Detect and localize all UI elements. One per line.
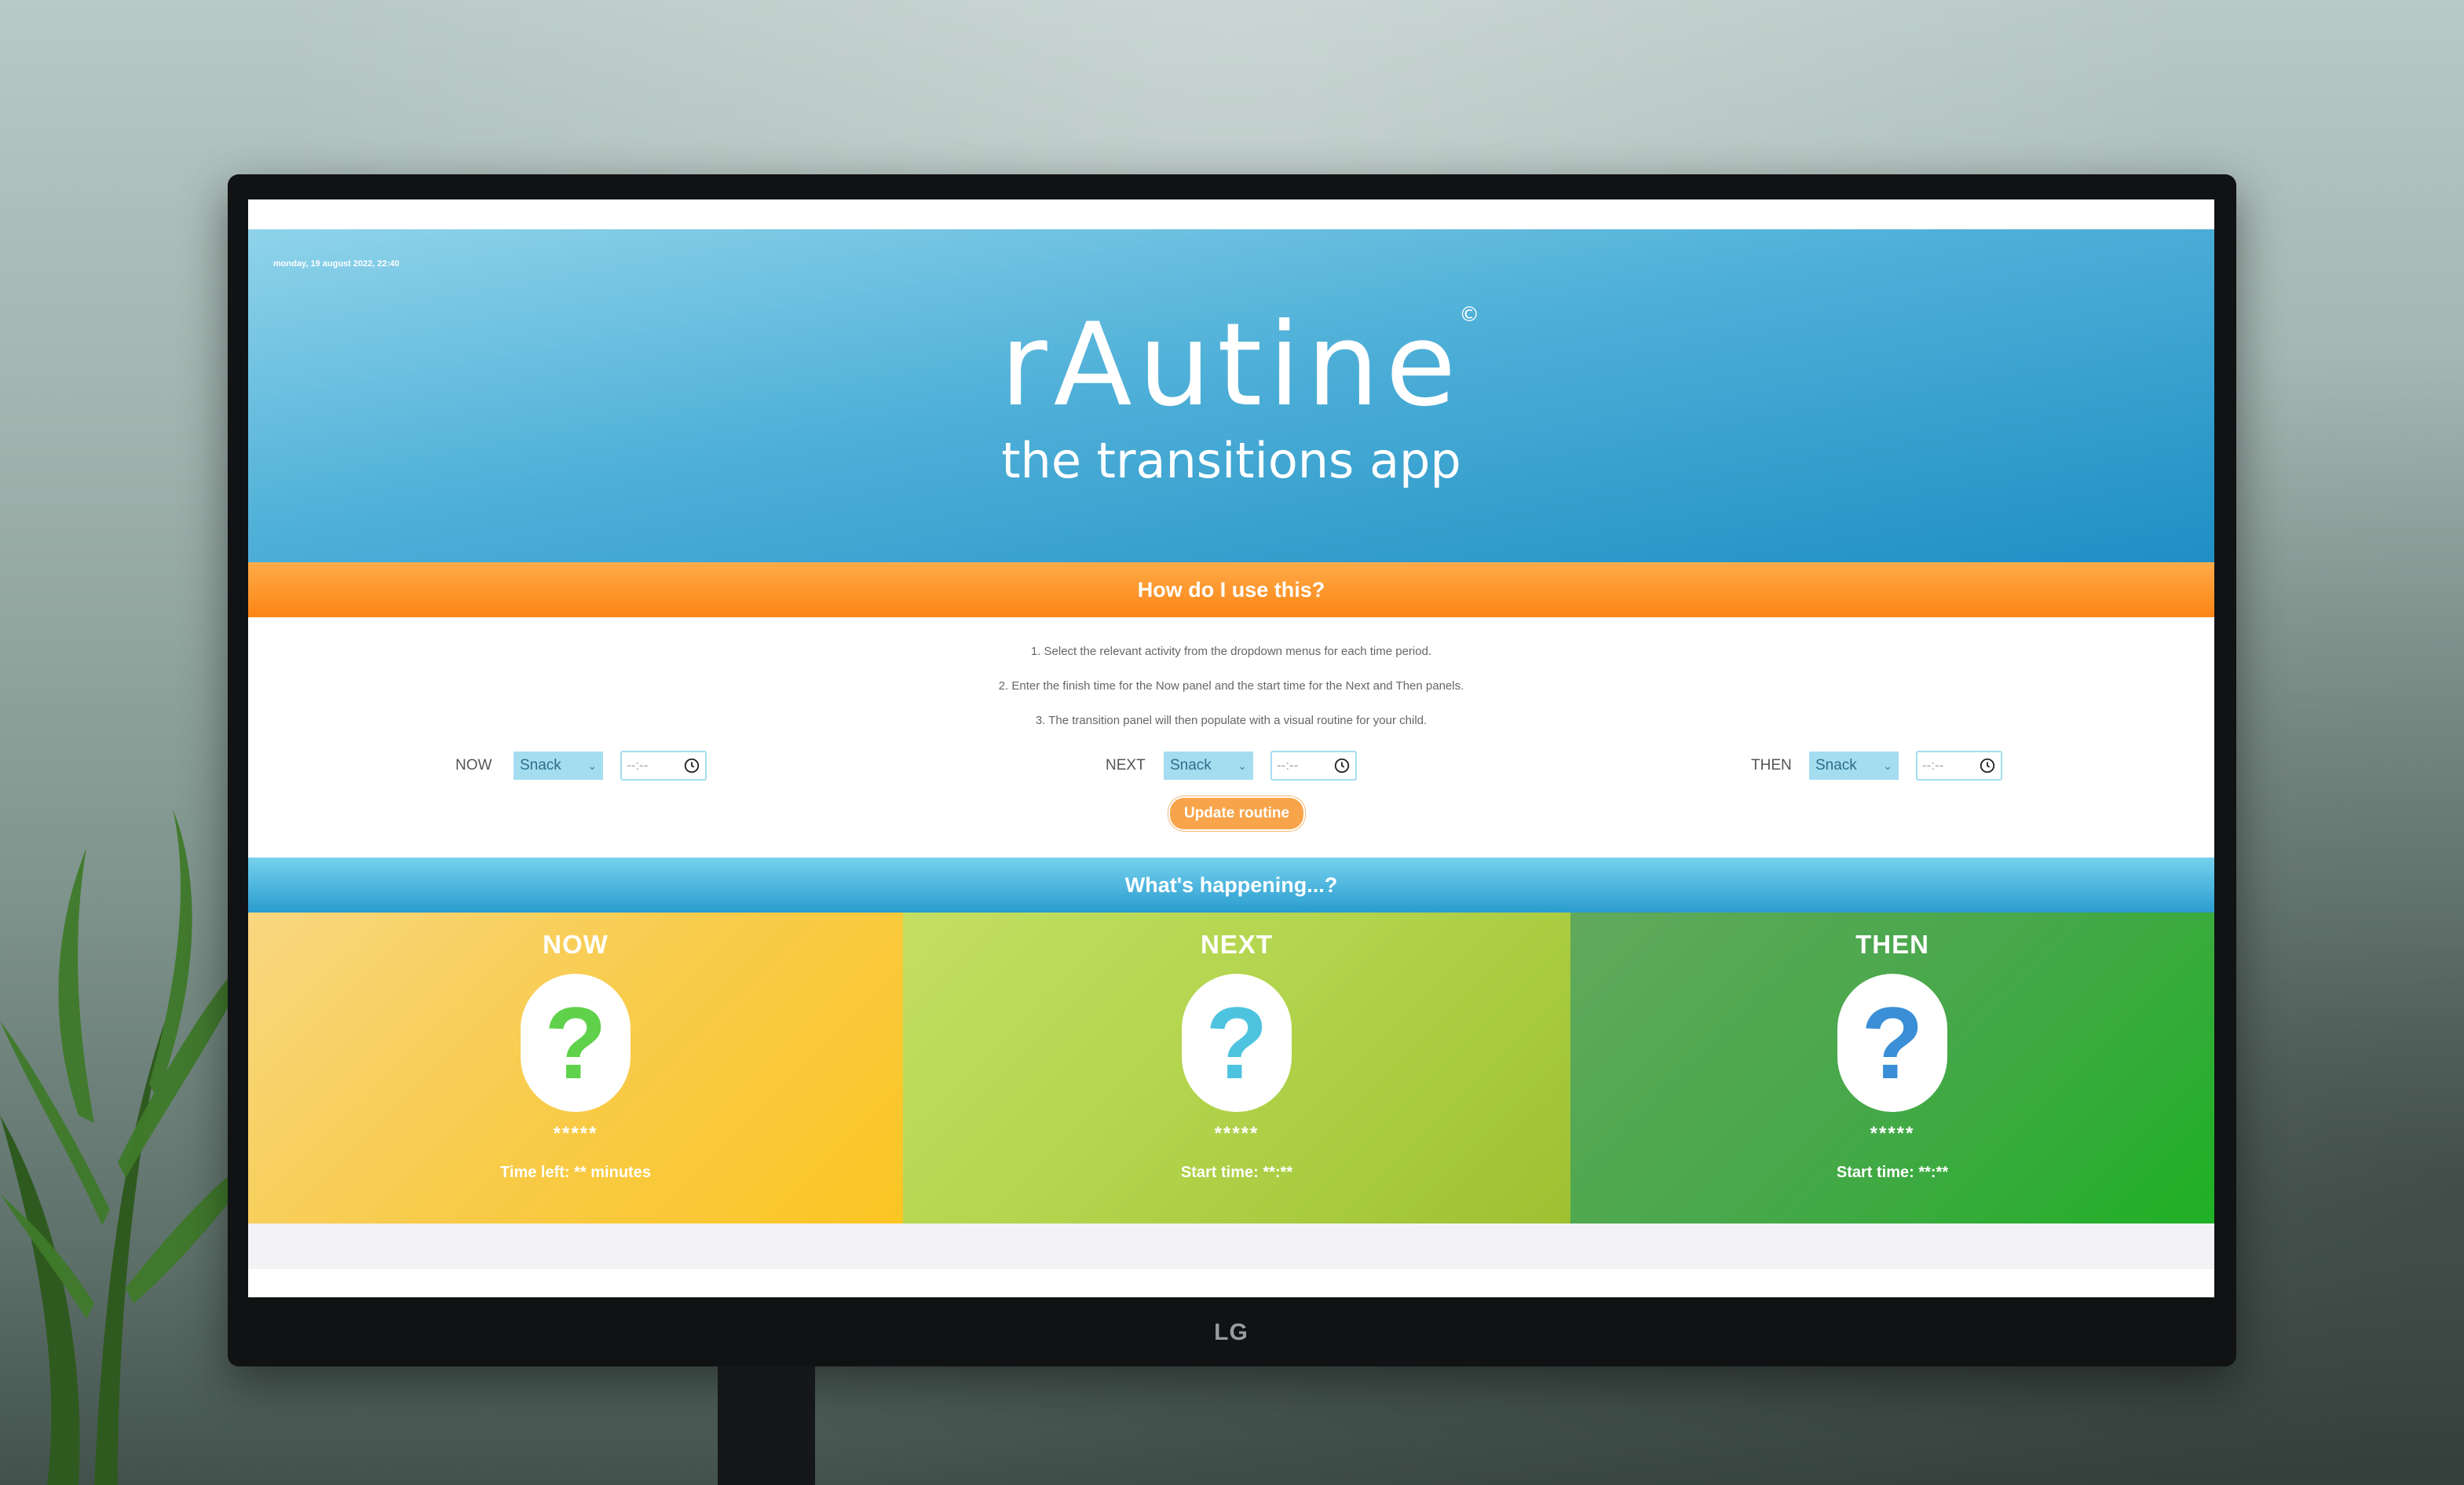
clock-icon[interactable] bbox=[1333, 757, 1351, 774]
next-time-placeholder: --:-- bbox=[1277, 758, 1299, 773]
then-start-time-input[interactable]: --:-- bbox=[1916, 751, 2002, 781]
page-footer bbox=[248, 1223, 2214, 1269]
then-activity-name: ***** bbox=[1870, 1123, 1915, 1144]
then-activity-icon: ? bbox=[1837, 974, 1947, 1112]
chevron-down-icon: ⌄ bbox=[1883, 759, 1892, 772]
now-activity-name: ***** bbox=[553, 1123, 598, 1144]
browser-viewport: monday, 19 august 2022, 22:40 rAutine © … bbox=[248, 199, 2214, 1297]
page-top-strip bbox=[248, 199, 2214, 229]
question-mark-icon: ? bbox=[1861, 986, 1924, 1100]
next-activity-icon: ? bbox=[1182, 974, 1292, 1112]
now-time-placeholder: --:-- bbox=[627, 758, 649, 773]
update-routine-button[interactable]: Update routine bbox=[1168, 796, 1305, 831]
now-time-left: Time left: ** minutes bbox=[500, 1164, 651, 1181]
current-datetime: monday, 19 august 2022, 22:40 bbox=[273, 259, 400, 269]
transition-panels: NOW ? ***** Time left: ** minutes NEXT ?… bbox=[248, 913, 2214, 1223]
now-finish-time-input[interactable]: --:-- bbox=[620, 751, 707, 781]
next-start-time-input[interactable]: --:-- bbox=[1270, 751, 1357, 781]
now-activity-icon: ? bbox=[521, 974, 631, 1112]
monitor-stand bbox=[718, 1366, 815, 1485]
next-control-label: NEXT bbox=[1106, 757, 1146, 774]
how-to-use-toggle[interactable]: How do I use this? bbox=[248, 562, 2214, 617]
then-control-label: THEN bbox=[1751, 757, 1792, 774]
next-panel: NEXT ? ***** Start time: **:** bbox=[903, 913, 1570, 1223]
whats-happening-label: What's happening...? bbox=[1124, 872, 1338, 897]
monitor-brand-logo: LG bbox=[1214, 1319, 1248, 1345]
clock-icon[interactable] bbox=[683, 757, 700, 774]
then-panel: THEN ? ***** Start time: **:** bbox=[1570, 913, 2214, 1223]
question-mark-icon: ? bbox=[1205, 986, 1268, 1100]
then-start-time: Start time: **:** bbox=[1836, 1164, 1949, 1181]
app-tagline: the transitions app bbox=[1001, 432, 1461, 489]
clock-icon[interactable] bbox=[1979, 757, 1996, 774]
next-activity-select[interactable]: Snack ⌄ bbox=[1164, 752, 1253, 780]
hero-header: monday, 19 august 2022, 22:40 rAutine © … bbox=[248, 229, 2214, 562]
routine-controls: NOW Snack ⌄ --:-- NEXT Snack ⌄ --:-- THE… bbox=[248, 748, 2214, 858]
instruction-step: 2. Enter the finish time for the Now pan… bbox=[998, 679, 1464, 693]
now-panel-title: NOW bbox=[543, 930, 609, 959]
next-activity-value: Snack bbox=[1170, 757, 1212, 774]
instructions-list: 1. Select the relevant activity from the… bbox=[248, 617, 2214, 748]
now-panel: NOW ? ***** Time left: ** minutes bbox=[248, 913, 903, 1223]
instruction-step: 3. The transition panel will then popula… bbox=[1035, 714, 1428, 727]
how-to-use-label: How do I use this? bbox=[1137, 577, 1325, 602]
next-panel-title: NEXT bbox=[1200, 930, 1273, 959]
instruction-step: 1. Select the relevant activity from the… bbox=[1030, 645, 1432, 658]
question-mark-icon: ? bbox=[544, 986, 607, 1100]
chevron-down-icon: ⌄ bbox=[1237, 759, 1247, 772]
brand-block: rAutine © the transitions app bbox=[248, 305, 2214, 489]
copyright-mark: © bbox=[1459, 303, 1480, 327]
now-control-group: NOW Snack ⌄ --:-- bbox=[455, 751, 707, 781]
now-control-label: NOW bbox=[455, 757, 492, 774]
now-activity-select[interactable]: Snack ⌄ bbox=[514, 752, 603, 780]
then-control-group: THEN Snack ⌄ --:-- bbox=[1751, 751, 2002, 781]
next-activity-name: ***** bbox=[1214, 1123, 1259, 1144]
app-logo-text: rAutine bbox=[1000, 298, 1463, 432]
then-activity-select[interactable]: Snack ⌄ bbox=[1809, 752, 1899, 780]
next-control-group: NEXT Snack ⌄ --:-- bbox=[1106, 751, 1357, 781]
whats-happening-header: What's happening...? bbox=[248, 858, 2214, 913]
then-activity-value: Snack bbox=[1815, 757, 1857, 774]
chevron-down-icon: ⌄ bbox=[587, 759, 597, 772]
next-start-time: Start time: **:** bbox=[1180, 1164, 1293, 1181]
then-time-placeholder: --:-- bbox=[1922, 758, 1944, 773]
now-activity-value: Snack bbox=[520, 757, 561, 774]
app-logo: rAutine © bbox=[1000, 305, 1480, 422]
then-panel-title: THEN bbox=[1855, 930, 1929, 959]
